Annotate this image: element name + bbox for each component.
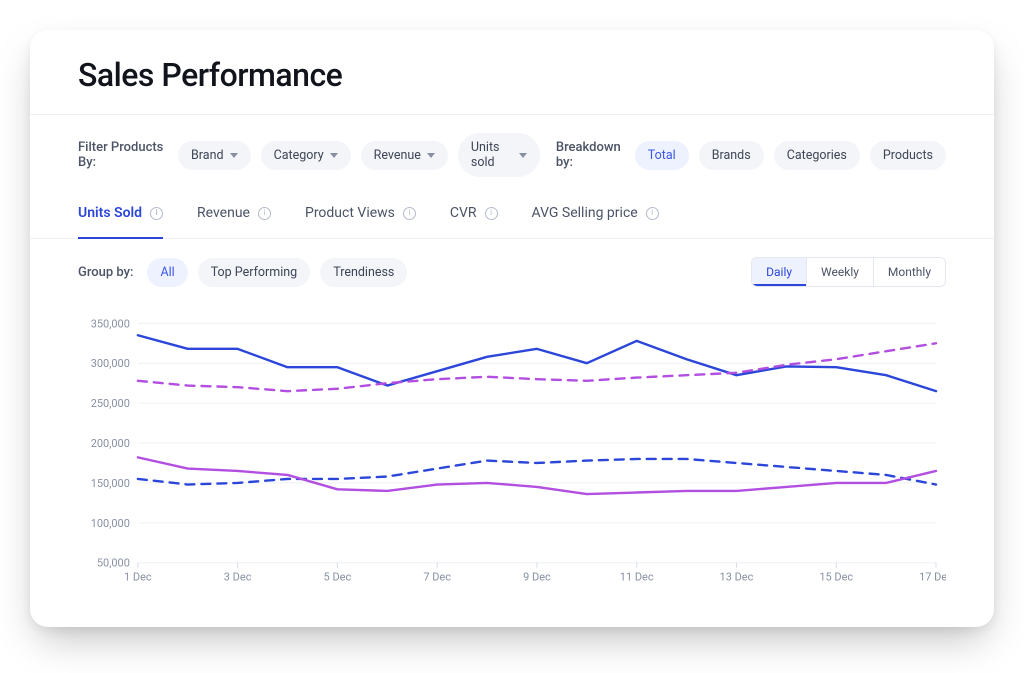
interval-segmented: Daily Weekly Monthly: [751, 257, 946, 287]
breakdown-categories[interactable]: Categories: [774, 141, 860, 170]
svg-text:13 Dec: 13 Dec: [720, 571, 754, 584]
filter-category[interactable]: Category: [261, 141, 351, 170]
svg-text:150,000: 150,000: [91, 477, 130, 490]
info-icon: i: [485, 207, 498, 220]
filter-revenue[interactable]: Revenue: [361, 141, 448, 170]
svg-text:50,000: 50,000: [97, 557, 130, 570]
svg-text:300,000: 300,000: [91, 357, 130, 370]
tab-revenue[interactable]: Revenuei: [197, 191, 271, 239]
chart-controls-row: Group by: All Top Performing Trendiness …: [30, 239, 994, 293]
svg-text:100,000: 100,000: [91, 517, 130, 530]
info-icon: i: [258, 207, 271, 220]
chart-container: 50,000 100,000 150,000 200,000 250,000 300,00…: [30, 293, 994, 627]
svg-text:9 Dec: 9 Dec: [523, 571, 551, 584]
group-all[interactable]: All: [147, 258, 187, 287]
line-chart: 50,000 100,000 150,000 200,000 250,000 300,00…: [78, 313, 946, 593]
interval-daily[interactable]: Daily: [752, 258, 807, 286]
breakdown-label: Breakdown by:: [556, 140, 621, 170]
filter-label: Filter Products By:: [78, 140, 164, 170]
svg-text:17 Dec: 17 Dec: [919, 571, 946, 584]
chevron-down-icon: [427, 153, 435, 158]
group-by: Group by: All Top Performing Trendiness: [78, 258, 407, 287]
breakdown-total[interactable]: Total: [635, 141, 689, 170]
chevron-down-icon: [519, 153, 527, 158]
breakdown-brands[interactable]: Brands: [699, 141, 764, 170]
group-by-label: Group by:: [78, 265, 133, 280]
filter-brand[interactable]: Brand: [178, 141, 251, 170]
breakdown-products[interactable]: Products: [870, 141, 946, 170]
metric-tabs: Units Soldi Revenuei Product Viewsi CVRi…: [30, 191, 994, 239]
tab-cvr[interactable]: CVRi: [450, 191, 498, 239]
svg-text:7 Dec: 7 Dec: [423, 571, 451, 584]
info-icon: i: [150, 207, 163, 220]
svg-text:250,000: 250,000: [91, 397, 130, 410]
interval-weekly[interactable]: Weekly: [807, 258, 874, 286]
svg-text:1 Dec: 1 Dec: [124, 571, 152, 584]
chevron-down-icon: [230, 153, 238, 158]
breakdown: Breakdown by: Total Brands Categories Pr…: [556, 140, 946, 170]
group-trendiness[interactable]: Trendiness: [320, 258, 407, 287]
filter-units-sold[interactable]: Units sold: [458, 133, 540, 177]
sales-performance-card: Sales Performance Filter Products By: Br…: [30, 30, 994, 627]
page-title: Sales Performance: [78, 56, 946, 94]
info-icon: i: [403, 207, 416, 220]
svg-text:200,000: 200,000: [91, 437, 130, 450]
tab-avg-selling-price[interactable]: AVG Selling pricei: [532, 191, 659, 239]
interval-monthly[interactable]: Monthly: [874, 258, 945, 286]
svg-text:15 Dec: 15 Dec: [819, 571, 853, 584]
filter-products: Filter Products By: Brand Category Reven…: [78, 133, 540, 177]
group-top-performing[interactable]: Top Performing: [198, 258, 311, 287]
tab-units-sold[interactable]: Units Soldi: [78, 191, 163, 239]
filters-row: Filter Products By: Brand Category Reven…: [30, 115, 994, 191]
svg-text:5 Dec: 5 Dec: [324, 571, 352, 584]
info-icon: i: [646, 207, 659, 220]
chevron-down-icon: [330, 153, 338, 158]
svg-text:11 Dec: 11 Dec: [620, 571, 654, 584]
svg-text:350,000: 350,000: [91, 317, 130, 330]
svg-text:3 Dec: 3 Dec: [224, 571, 252, 584]
card-header: Sales Performance: [30, 30, 994, 115]
tab-product-views[interactable]: Product Viewsi: [305, 191, 416, 239]
